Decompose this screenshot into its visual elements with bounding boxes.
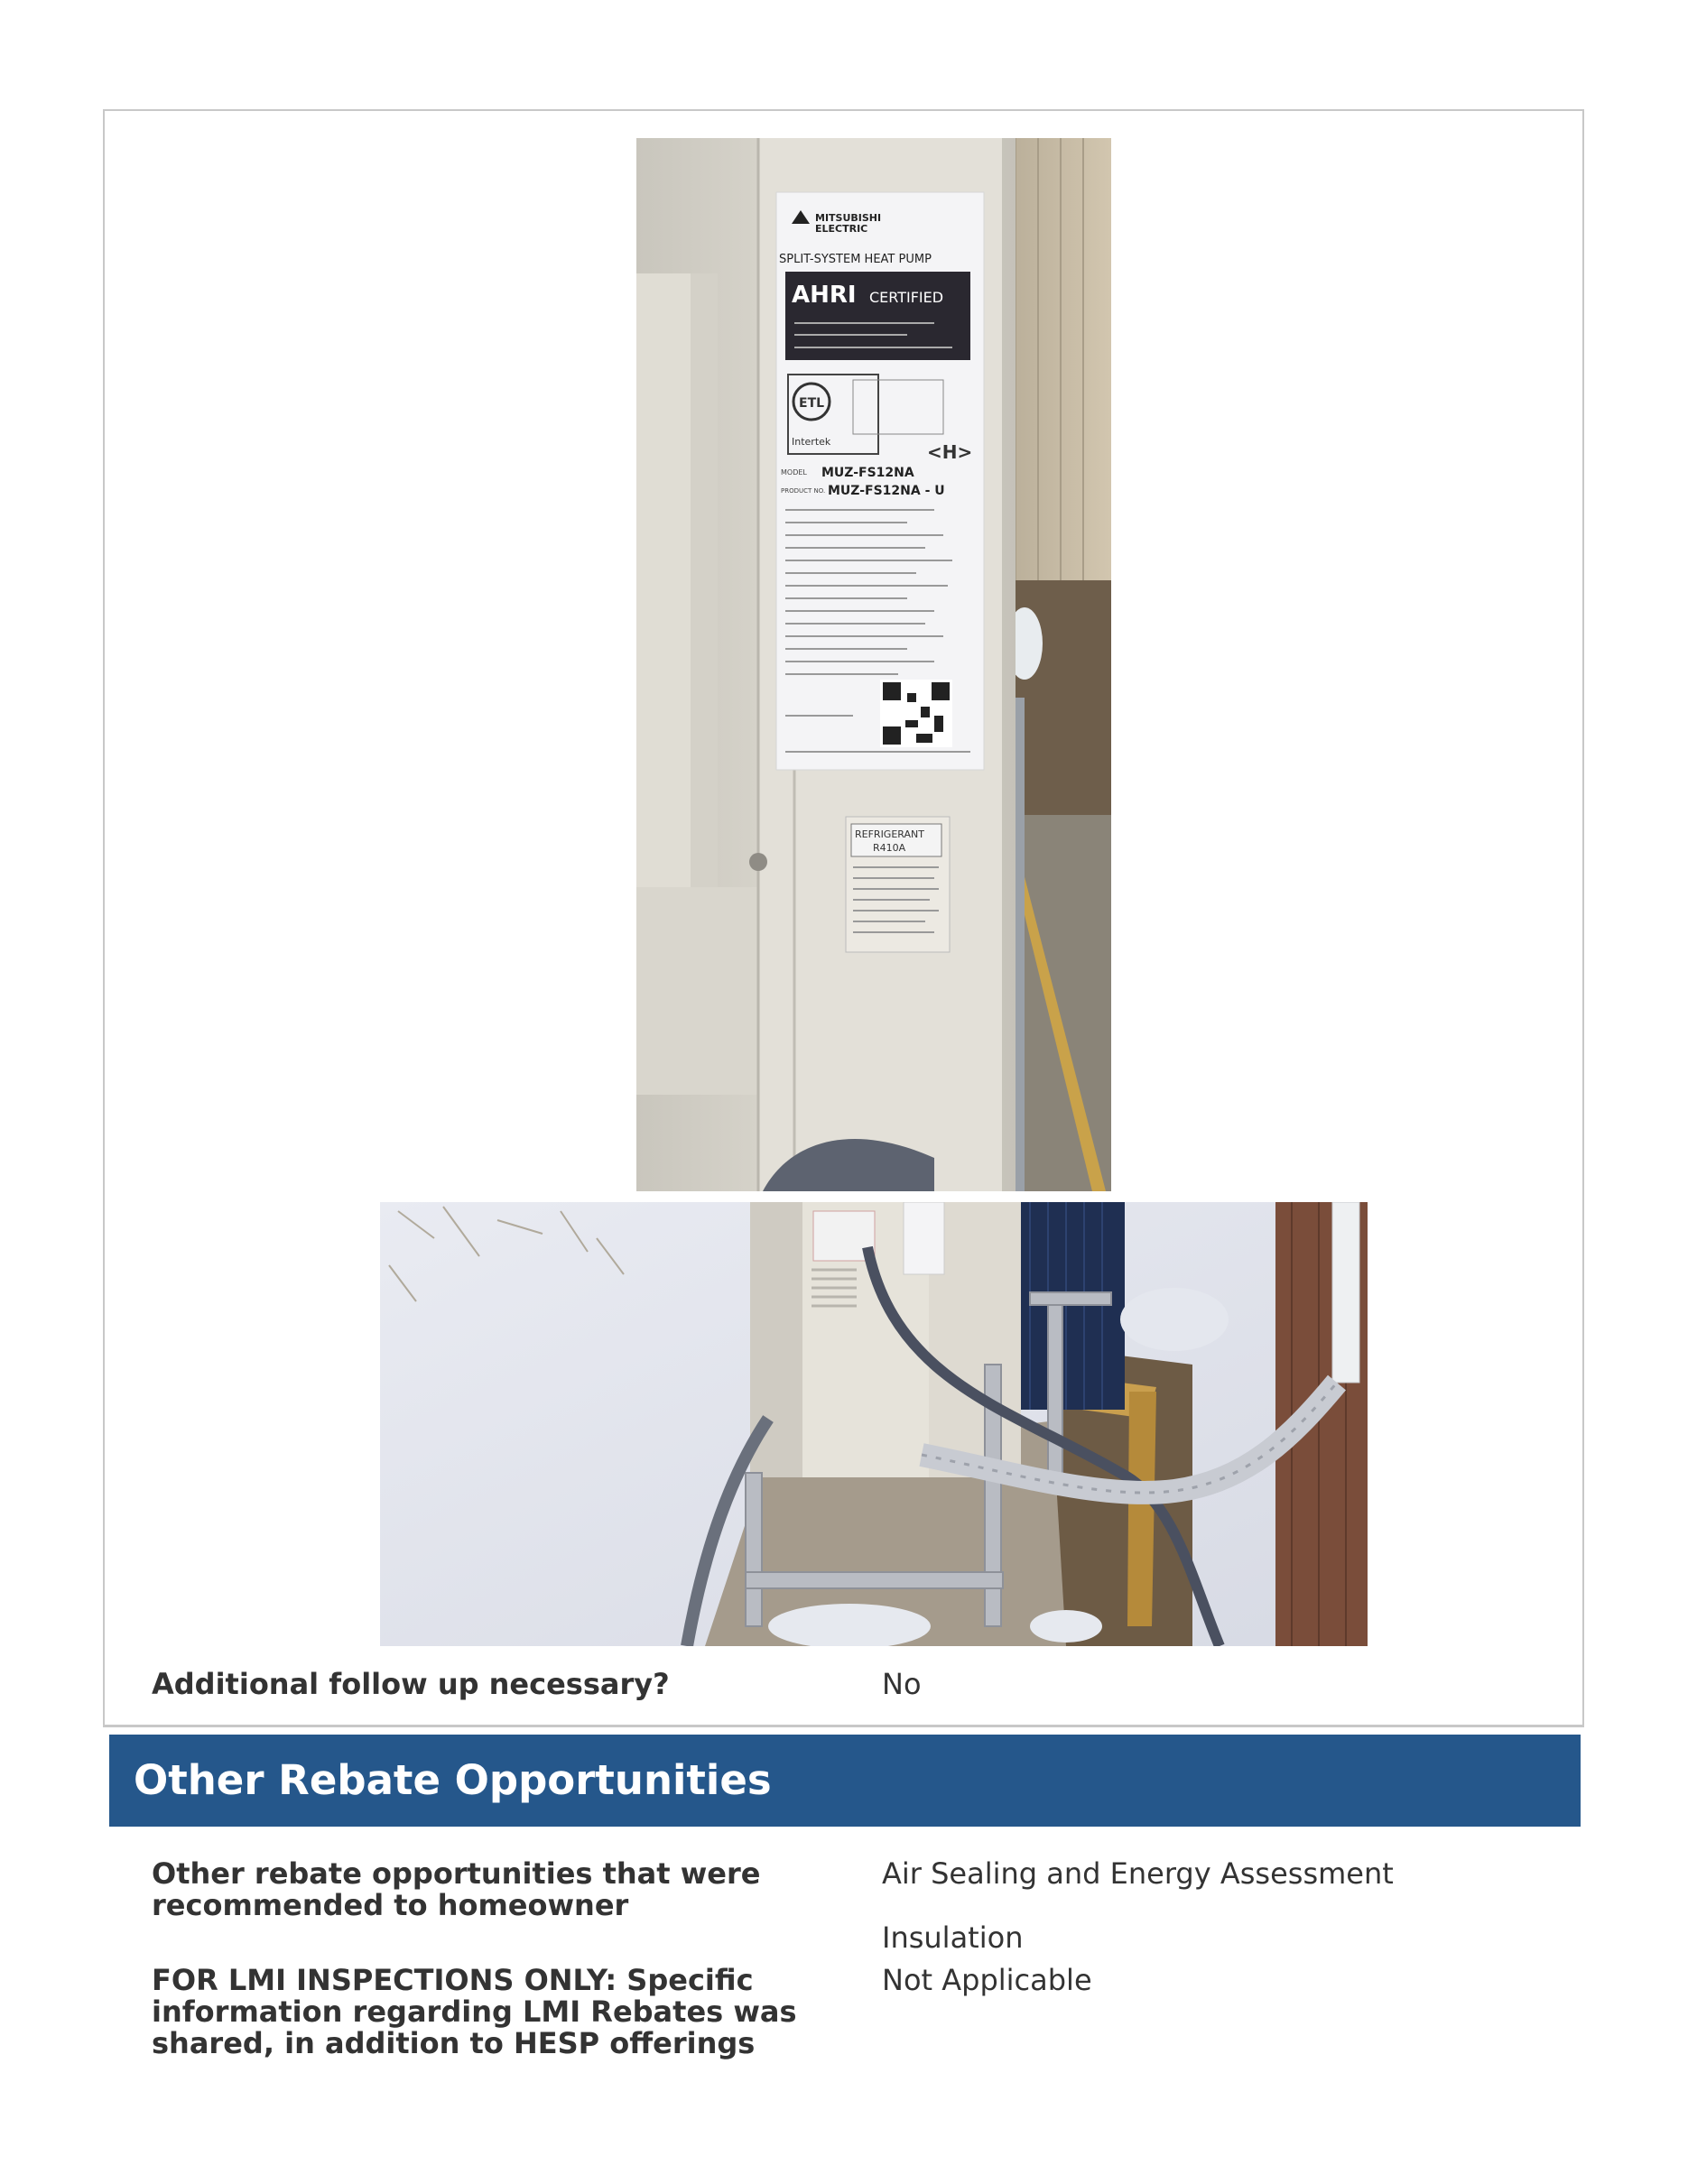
svg-text:ETL: ETL <box>799 396 824 411</box>
nameplate-photo: MITSUBISHI ELECTRIC SPLIT-SYSTEM HEAT PU… <box>636 138 1111 1191</box>
lmi-value: Not Applicable <box>882 1963 1092 1997</box>
svg-text:Intertek: Intertek <box>792 436 831 448</box>
svg-text:CERTIFIED: CERTIFIED <box>869 289 943 306</box>
lmi-label: FOR LMI INSPECTIONS ONLY: Specific infor… <box>152 1963 797 2060</box>
section-divider <box>103 1726 1584 1727</box>
svg-text:ELECTRIC: ELECTRIC <box>815 223 867 235</box>
follow-up-value: No <box>882 1667 922 1701</box>
svg-text:MUZ-FS12NA - U: MUZ-FS12NA - U <box>828 484 945 498</box>
svg-text:<H>: <H> <box>927 441 972 463</box>
rebates-label: Other rebate opportunities that were rec… <box>152 1856 761 1922</box>
rebates-value-air-sealing: Air Sealing and Energy Assessment <box>882 1856 1394 1891</box>
rebates-value-insulation: Insulation <box>882 1920 1024 1955</box>
nameplate-model-text: MUZ-FS12NA <box>821 466 914 480</box>
svg-text:AHRI: AHRI <box>792 282 857 309</box>
section-header-other-rebate-opportunities: Other Rebate Opportunities <box>109 1735 1581 1827</box>
outdoor-unit-photo <box>380 1202 1368 1646</box>
nameplate-photo-graphic: MITSUBISHI ELECTRIC SPLIT-SYSTEM HEAT PU… <box>636 138 1111 1191</box>
nameplate-title-text: SPLIT-SYSTEM HEAT PUMP <box>779 253 932 266</box>
svg-text:MODEL: MODEL <box>781 468 807 477</box>
svg-text:PRODUCT NO.: PRODUCT NO. <box>781 487 825 495</box>
svg-text:R410A: R410A <box>873 842 906 854</box>
svg-text:REFRIGERANT: REFRIGERANT <box>855 828 924 840</box>
follow-up-label: Additional follow up necessary? <box>152 1667 670 1701</box>
outdoor-unit-photo-graphic <box>380 1202 1368 1646</box>
